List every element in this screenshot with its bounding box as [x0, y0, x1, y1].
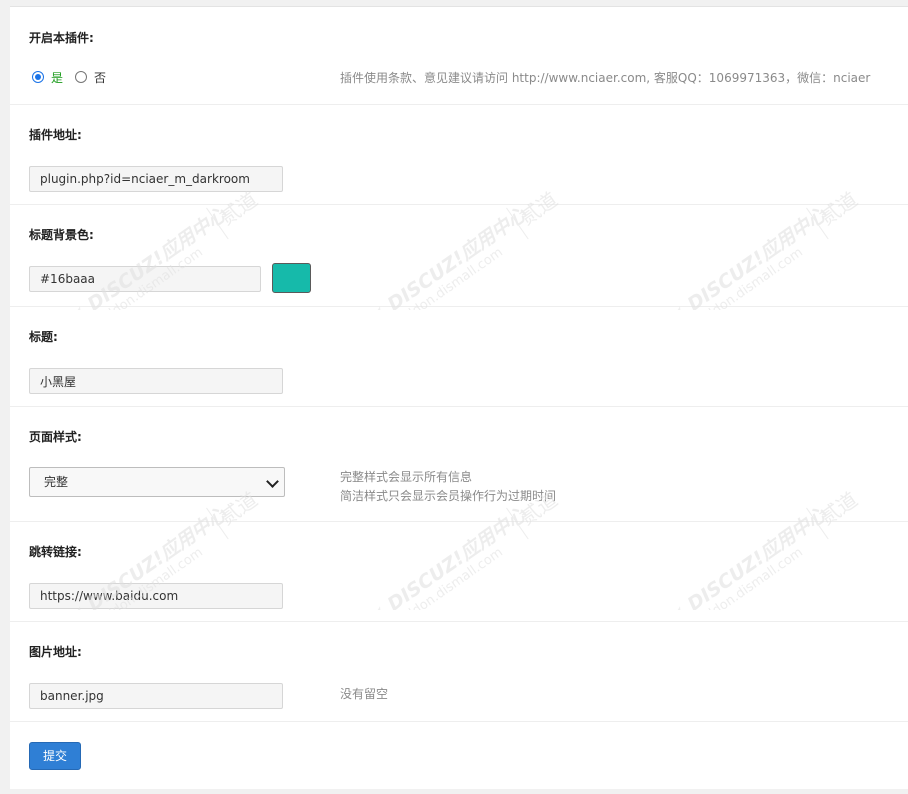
section-plugin-url: 插件地址: [10, 104, 908, 205]
enable-no-label[interactable]: 否 [94, 69, 106, 86]
enable-no-radio[interactable] [75, 71, 88, 83]
section-title: 标题: [10, 306, 908, 407]
enable-yes-label[interactable]: 是 [51, 69, 63, 86]
title-label: 标题: [29, 330, 58, 344]
title-input[interactable] [29, 368, 283, 394]
enable-hint: 插件使用条款、意见建议请访问 http://www.nciaer.com, 客服… [340, 71, 871, 85]
title-bg-label: 标题背景色: [29, 228, 94, 242]
page-style-hint-line-1: 完整样式会显示所有信息 [340, 470, 473, 484]
image-url-label: 图片地址: [29, 645, 82, 659]
settings-panel: 开启本插件: 是 否 插件使用条款、意见建议请访问 http://www.nci… [10, 6, 908, 789]
section-jump-link: 跳转链接: [10, 521, 908, 622]
plugin-url-input[interactable] [29, 166, 283, 192]
page-style-hint-line-2: 简洁样式只会显示会员操作行为过期时间 [340, 489, 557, 503]
page-style-label: 页面样式: [29, 430, 82, 444]
submit-button[interactable]: 提交 [29, 742, 81, 770]
jump-link-label: 跳转链接: [29, 545, 82, 559]
section-image-url: 图片地址: 没有留空 [10, 621, 908, 722]
image-url-hint: 没有留空 [340, 687, 389, 701]
section-enable: 开启本插件: 是 否 插件使用条款、意见建议请访问 http://www.nci… [10, 7, 908, 105]
page-style-selected: 完整 [44, 475, 69, 489]
chevron-down-icon [266, 475, 279, 488]
page-style-hint: 完整样式会显示所有信息 简洁样式只会显示会员操作行为过期时间 [340, 468, 556, 506]
section-title-bg: 标题背景色: [10, 204, 908, 307]
enable-label: 开启本插件: [29, 31, 94, 45]
enable-radio-group: 是 否 [32, 68, 118, 86]
image-url-input[interactable] [29, 683, 283, 709]
jump-link-input[interactable] [29, 583, 283, 609]
title-bg-input[interactable] [29, 266, 261, 292]
color-swatch-button[interactable] [272, 263, 311, 293]
enable-yes-radio[interactable] [32, 71, 44, 83]
page-style-select[interactable]: 完整 [29, 467, 285, 497]
section-page-style: 页面样式: 完整 完整样式会显示所有信息 简洁样式只会显示会员操作行为过期时间 [10, 406, 908, 522]
plugin-url-label: 插件地址: [29, 128, 82, 142]
